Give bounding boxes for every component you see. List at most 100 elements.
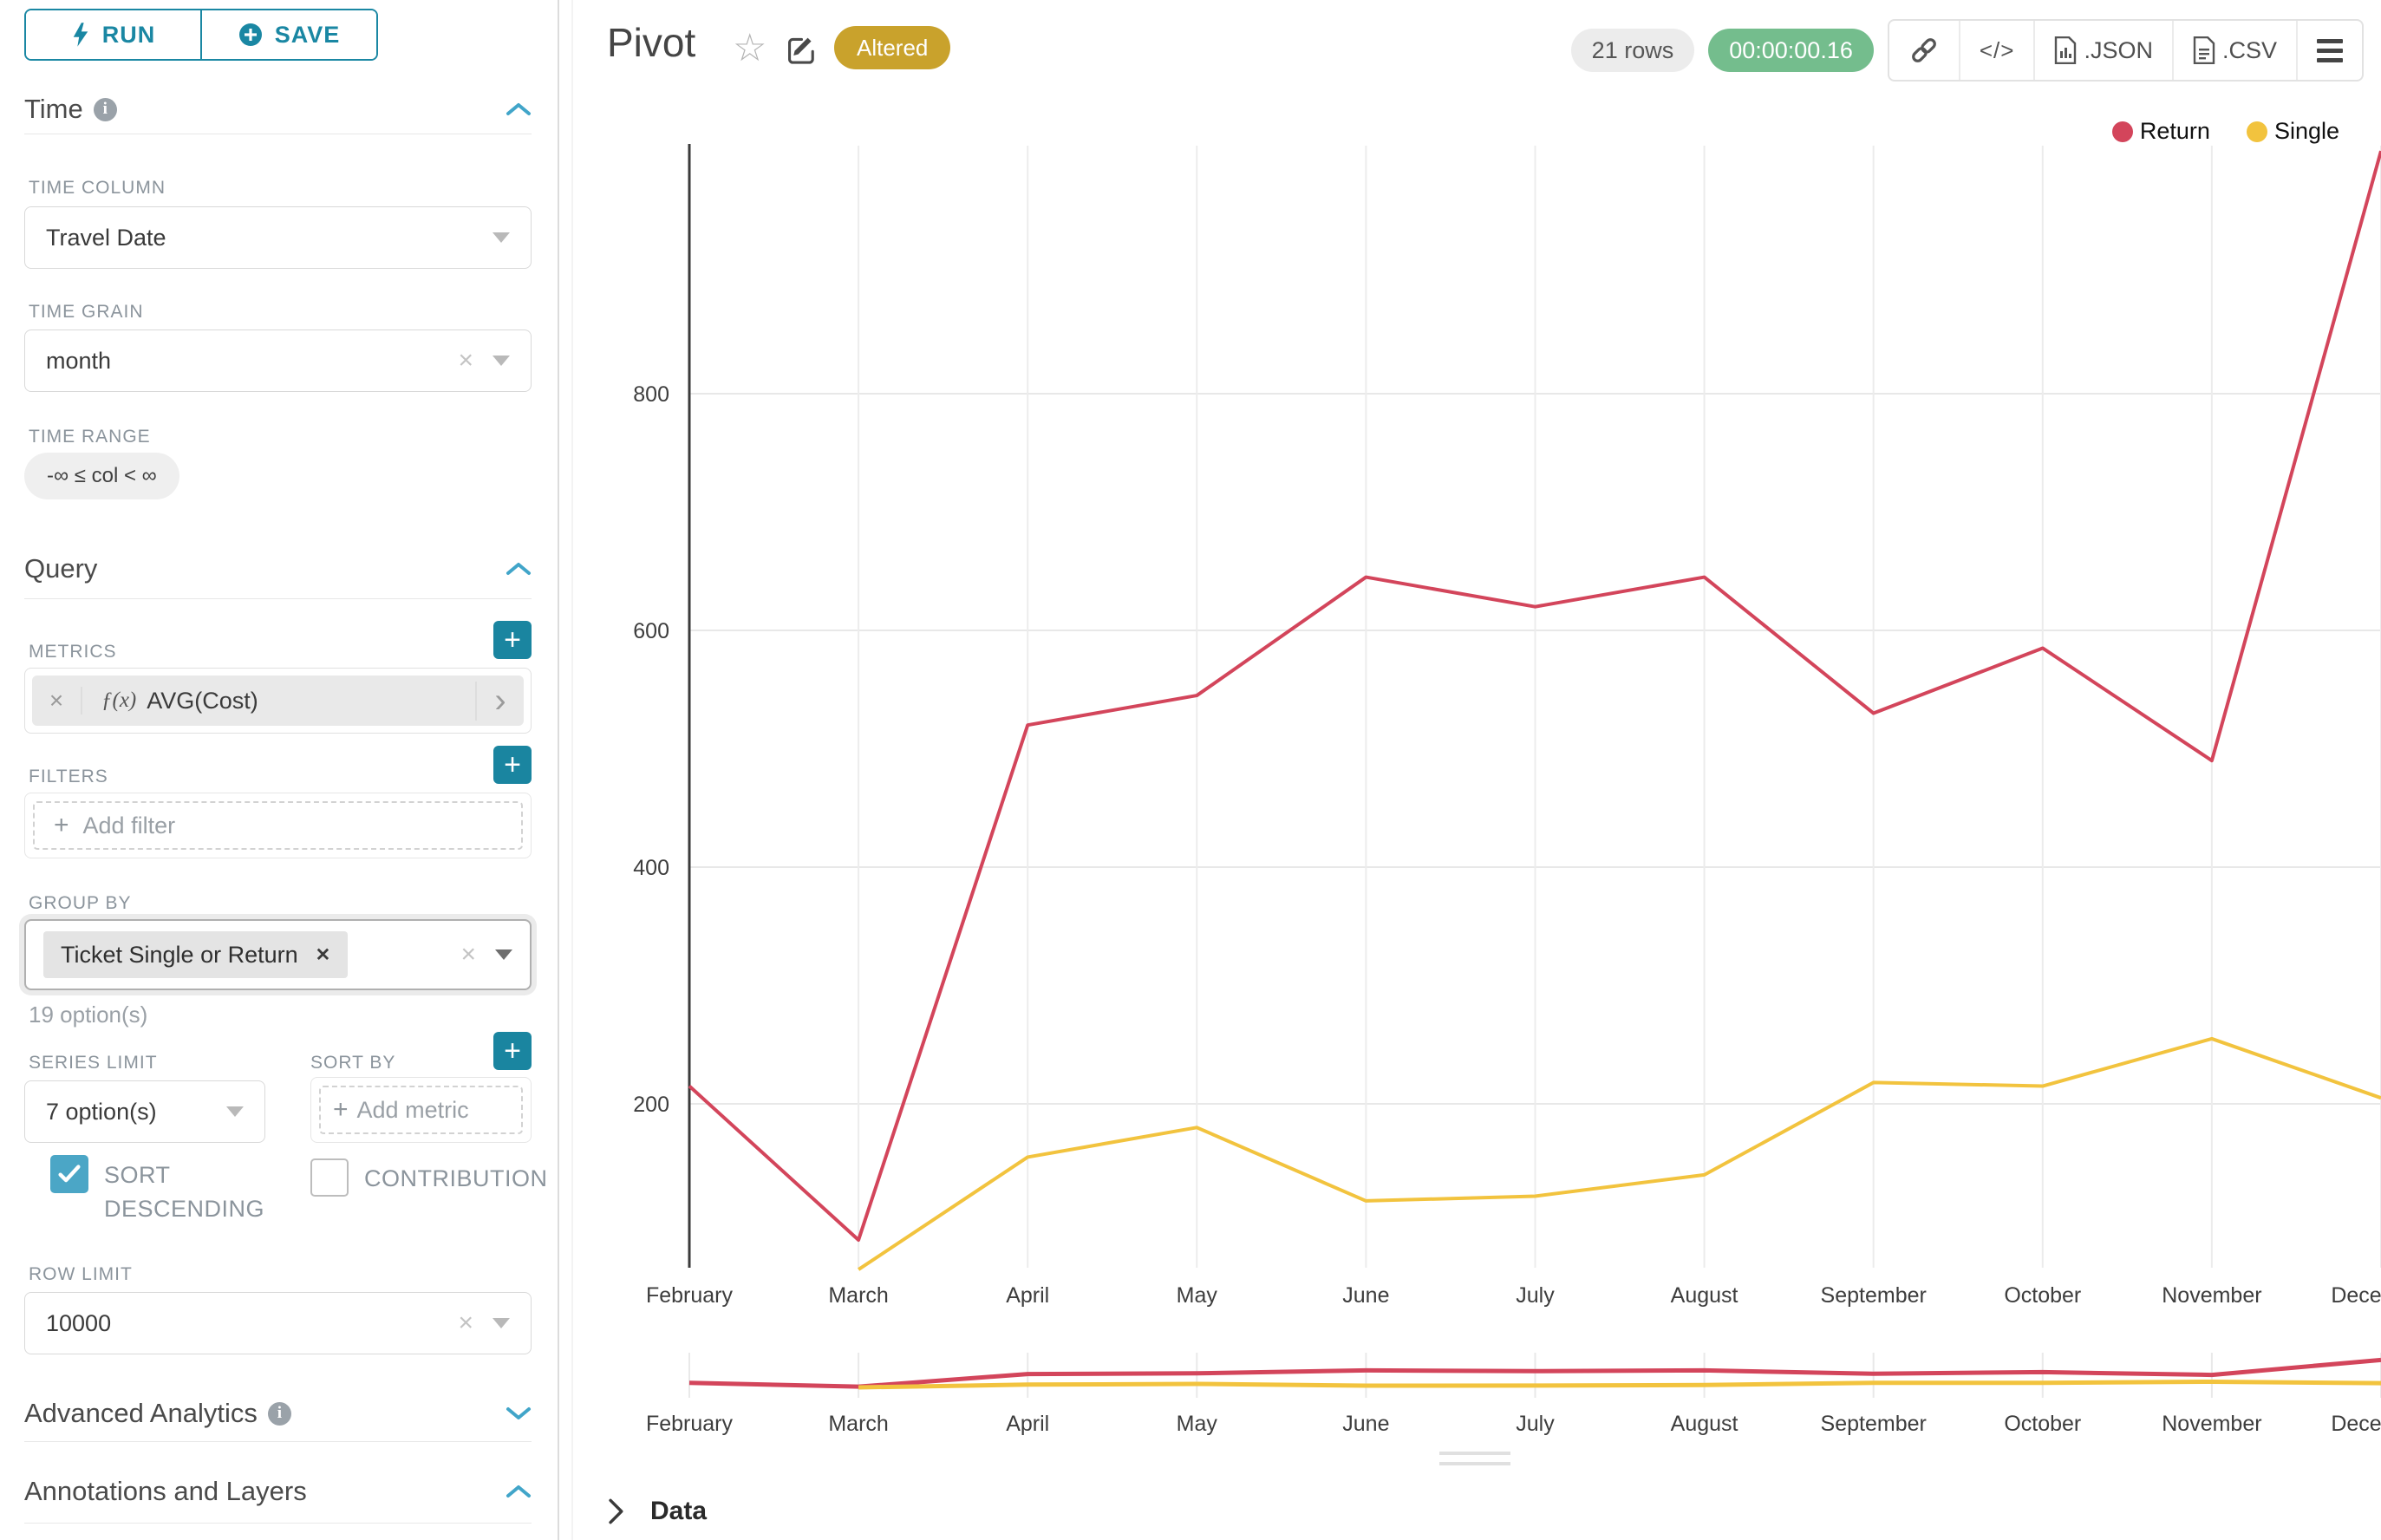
save-button[interactable]: SAVE xyxy=(200,10,376,59)
chevron-up-icon[interactable] xyxy=(506,1484,532,1499)
time-range-pill[interactable]: -∞ ≤ col < ∞ xyxy=(24,453,179,499)
export-csv-button[interactable]: .CSV xyxy=(2172,21,2296,80)
header-toolbar: 21 rows 00:00:00.16 </> .JSON xyxy=(1571,19,2364,82)
clear-icon[interactable]: × xyxy=(460,940,476,969)
preview-line-return xyxy=(689,1360,2381,1387)
chevron-right-icon xyxy=(607,1498,626,1524)
time-column-value: Travel Date xyxy=(46,225,493,251)
x-tick-label: June xyxy=(1342,1283,1389,1308)
add-metric-button[interactable]: + xyxy=(493,621,532,659)
altered-badge[interactable]: Altered xyxy=(834,26,950,69)
chart-title: Pivot xyxy=(607,19,695,66)
time-section-title: Time xyxy=(24,94,83,125)
clear-icon[interactable]: × xyxy=(458,1308,473,1338)
preview-x-tick-label: October xyxy=(2004,1412,2081,1436)
tag-close-icon[interactable]: ✕ xyxy=(316,944,331,966)
add-sort-metric-button[interactable]: + xyxy=(493,1032,532,1070)
x-tick-label: February xyxy=(646,1283,734,1308)
csv-file-icon xyxy=(2193,36,2215,64)
x-tick-label: September xyxy=(1821,1283,1927,1308)
info-icon: i xyxy=(94,98,117,121)
section-divider xyxy=(24,598,532,599)
metric-pill[interactable]: × ƒ(x) AVG(Cost) › xyxy=(32,675,524,726)
group-by-options-hint: 19 option(s) xyxy=(29,1002,147,1028)
export-button-group: </> .JSON .CSV xyxy=(1888,19,2364,82)
metrics-control: × ƒ(x) AVG(Cost) › xyxy=(24,668,532,734)
filters-label: FILTERS xyxy=(29,767,108,787)
chevron-right-icon[interactable]: › xyxy=(475,682,524,721)
lightning-icon xyxy=(71,22,90,48)
panel-resize-handle[interactable] xyxy=(1439,1452,1510,1472)
chart-legend[interactable]: Return Single xyxy=(2112,118,2339,145)
add-filter-button[interactable]: + xyxy=(493,746,532,784)
x-tick-label: October xyxy=(2004,1283,2081,1308)
add-metric-text: Add metric xyxy=(357,1097,469,1124)
group-by-label: GROUP BY xyxy=(29,893,131,914)
row-count-badge: 21 rows xyxy=(1571,29,1695,72)
y-tick-label: 200 xyxy=(633,1093,669,1117)
sort-descending-checkbox[interactable] xyxy=(50,1155,88,1193)
data-panel-toggle[interactable]: Data xyxy=(607,1497,707,1526)
y-tick-label: 600 xyxy=(633,619,669,643)
section-divider xyxy=(24,1523,532,1524)
time-grain-select[interactable]: month × xyxy=(24,330,532,392)
add-sort-metric-dropzone[interactable]: + Add metric xyxy=(319,1086,523,1134)
add-filter-dropzone[interactable]: + Add filter xyxy=(33,801,523,850)
annotations-title: Annotations and Layers xyxy=(24,1476,307,1507)
clear-icon[interactable]: × xyxy=(458,346,473,375)
legend-item-return[interactable]: Return xyxy=(2112,118,2210,145)
section-divider xyxy=(24,1441,532,1442)
embed-code-button[interactable]: </> xyxy=(1959,21,2034,80)
sort-by-label: SORT BY xyxy=(310,1053,395,1073)
caret-down-icon xyxy=(493,356,510,366)
altered-badge-label: Altered xyxy=(857,35,928,62)
x-tick-label: November xyxy=(2162,1283,2261,1308)
share-link-button[interactable] xyxy=(1889,21,1959,80)
chevron-up-icon[interactable] xyxy=(506,101,532,117)
link-icon xyxy=(1908,35,1940,66)
plus-icon: + xyxy=(54,811,69,840)
run-button-label: RUN xyxy=(102,22,156,49)
query-section-header[interactable]: Query xyxy=(24,553,532,584)
legend-item-single[interactable]: Single xyxy=(2247,118,2339,145)
query-duration-badge: 00:00:00.16 xyxy=(1708,29,1874,72)
run-button[interactable]: RUN xyxy=(26,10,200,59)
chevron-down-icon[interactable] xyxy=(506,1406,532,1421)
query-sidebar: RUN SAVE Time i TIME COLUMN Travel Date … xyxy=(0,0,559,1540)
series-line-return xyxy=(689,151,2381,1240)
legend-dot xyxy=(2112,121,2133,142)
chart-menu-button[interactable] xyxy=(2296,21,2362,80)
series-limit-select[interactable]: 7 option(s) xyxy=(24,1080,265,1143)
save-button-label: SAVE xyxy=(275,22,341,49)
sort-descending-option[interactable]: SORT DESCENDING xyxy=(50,1155,267,1226)
query-section-title: Query xyxy=(24,553,97,584)
row-limit-select[interactable]: 10000 × xyxy=(24,1292,532,1354)
caret-down-icon xyxy=(495,949,512,960)
edit-title-icon[interactable] xyxy=(785,31,819,70)
caret-down-icon xyxy=(493,232,510,243)
time-column-select[interactable]: Travel Date xyxy=(24,206,532,269)
caret-down-icon xyxy=(226,1106,244,1117)
chevron-up-icon[interactable] xyxy=(506,561,532,577)
time-grain-value: month xyxy=(46,348,458,375)
time-section-header[interactable]: Time i xyxy=(24,94,532,125)
preview-x-tick-label: September xyxy=(1821,1412,1927,1436)
group-by-tag[interactable]: Ticket Single or Return ✕ xyxy=(43,931,348,978)
remove-metric-icon[interactable]: × xyxy=(32,687,82,715)
export-json-label: .JSON xyxy=(2084,37,2153,64)
menu-icon xyxy=(2317,39,2343,62)
favorite-star-icon[interactable]: ☆ xyxy=(733,26,766,70)
annotations-header[interactable]: Annotations and Layers xyxy=(24,1476,532,1507)
x-tick-label: May xyxy=(1177,1283,1218,1308)
series-line-single xyxy=(858,1039,2381,1269)
export-json-button[interactable]: .JSON xyxy=(2033,21,2172,80)
contribution-option[interactable]: CONTRIBUTION xyxy=(310,1158,548,1197)
contribution-checkbox[interactable] xyxy=(310,1158,349,1197)
data-panel-title: Data xyxy=(650,1497,707,1526)
preview-x-tick-label: June xyxy=(1342,1412,1389,1436)
advanced-analytics-header[interactable]: Advanced Analytics i xyxy=(24,1398,532,1429)
preview-x-tick-label: March xyxy=(828,1412,888,1436)
legend-label: Return xyxy=(2140,118,2210,145)
group-by-select[interactable]: Ticket Single or Return ✕ × xyxy=(24,919,532,990)
check-icon xyxy=(58,1165,81,1184)
